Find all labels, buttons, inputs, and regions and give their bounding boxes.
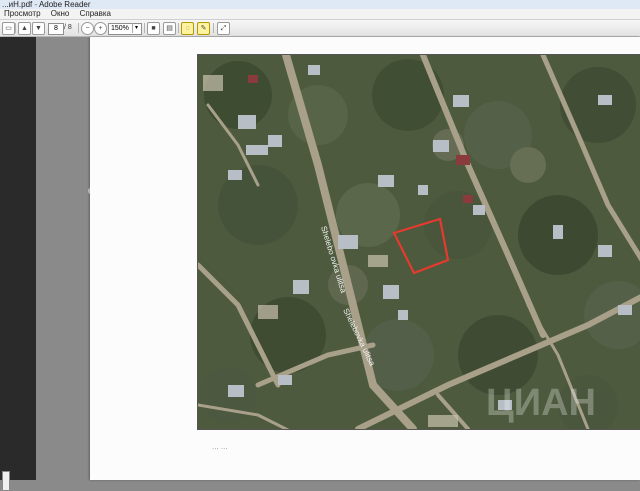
save-button[interactable]: ■ <box>147 21 160 35</box>
arrow-up-icon: ▲ <box>18 21 31 35</box>
window-title-bar: ...иН.pdf - Adobe Reader <box>0 0 640 9</box>
print-button-2[interactable]: ▤ <box>163 21 176 35</box>
window-app-name: Adobe Reader <box>38 0 91 9</box>
title-separator: - <box>32 0 39 9</box>
next-page-button[interactable]: ▼ <box>32 21 45 35</box>
print-button[interactable]: ▭ <box>2 21 15 35</box>
expand-icon: ⤢ <box>217 21 230 35</box>
printer-icon: ▤ <box>163 21 176 35</box>
page-number-input[interactable]: 8 <box>48 23 64 35</box>
comment-button[interactable]: ◌ <box>181 21 194 35</box>
satellite-map-svg: Shelebo ovka ulitsa Shelebovka ulitsa ЦИ… <box>198 55 640 429</box>
panel-toggle-button[interactable] <box>2 471 10 491</box>
toolbar-divider <box>15 23 16 33</box>
toolbar-divider <box>144 23 145 33</box>
satellite-map-image: Shelebo ovka ulitsa Shelebovka ulitsa ЦИ… <box>197 54 640 430</box>
minus-icon: − <box>81 21 94 35</box>
arrow-down-icon: ▼ <box>32 21 45 35</box>
menu-view[interactable]: Просмотр <box>4 9 41 18</box>
speech-bubble-icon: ◌ <box>181 21 194 35</box>
toolbar-divider <box>178 23 179 33</box>
menu-window[interactable]: Окно <box>51 9 70 18</box>
chevron-down-icon[interactable]: ▾ <box>132 23 140 33</box>
navigation-panel <box>0 37 36 491</box>
page-total: / 8 <box>64 24 72 31</box>
watermark-text: ЦИАН <box>486 382 596 424</box>
plus-icon: + <box>94 21 107 35</box>
prev-page-button[interactable]: ▲ <box>18 21 31 35</box>
zoom-in-button[interactable]: + <box>94 21 107 35</box>
toolbar-divider <box>213 23 214 33</box>
printer-icon: ▭ <box>2 21 15 35</box>
menu-help[interactable]: Справка <box>80 9 111 18</box>
pdf-page: Shelebo ovka ulitsa Shelebovka ulitsa ЦИ… <box>90 37 640 480</box>
toolbar: ▭ ▲ ▼ 8 / 8 − + 150% ▾ ■ ▤ ◌ ✎ ⤢ <box>0 20 640 37</box>
pen-icon: ✎ <box>197 21 210 35</box>
menu-bar: Просмотр Окно Справка <box>0 9 640 20</box>
fullscreen-button[interactable]: ⤢ <box>217 21 230 35</box>
disk-icon: ■ <box>147 21 160 35</box>
page-caption: ... ... <box>212 442 228 451</box>
zoom-out-button[interactable]: − <box>81 21 94 35</box>
sign-button[interactable]: ✎ <box>197 21 210 35</box>
toolbar-divider <box>78 23 79 33</box>
document-area[interactable]: Shelebo ovka ulitsa Shelebovka ulitsa ЦИ… <box>36 37 640 480</box>
window-file-name: ...иН.pdf <box>2 0 33 9</box>
